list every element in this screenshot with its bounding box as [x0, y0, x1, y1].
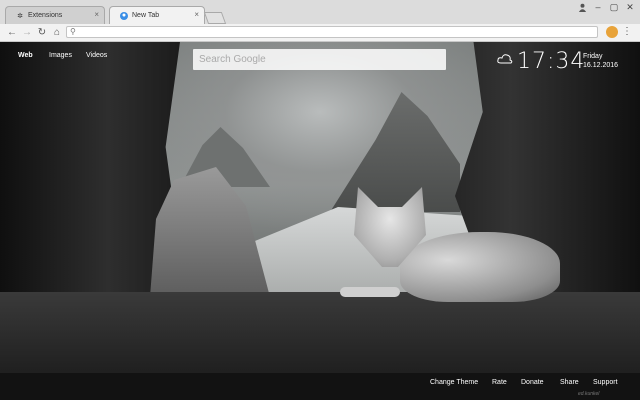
wolf-body	[400, 232, 560, 302]
cloud-icon	[497, 54, 513, 64]
window-close-icon[interactable]: ✕	[620, 0, 640, 14]
clock-time: 17:34	[517, 49, 586, 74]
clock-day: Friday	[583, 53, 603, 60]
footer-link-rate[interactable]: Rate	[492, 379, 507, 386]
forward-icon[interactable]: →	[21, 26, 33, 38]
browser-toolbar: ← → ↻ ⌂ ⚲ ⋮	[0, 24, 640, 42]
address-bar[interactable]: ⚲	[66, 26, 598, 38]
tab-new-tab[interactable]: ● New Tab ×	[109, 6, 205, 24]
menu-icon[interactable]: ⋮	[622, 26, 632, 38]
close-icon[interactable]: ×	[94, 10, 99, 19]
globe-icon: ●	[120, 11, 128, 20]
browser-titlebar: ✲ Extensions × ● New Tab × – ▢ ✕	[0, 0, 640, 24]
clock-date: 16.12.2016	[583, 62, 619, 69]
search-icon: ⚲	[70, 27, 76, 36]
nav-link-images[interactable]: Images	[49, 52, 72, 59]
nav-link-videos[interactable]: Videos	[86, 52, 107, 59]
tab-title: New Tab	[132, 12, 160, 19]
tab-extensions[interactable]: ✲ Extensions ×	[5, 6, 105, 24]
puzzle-icon: ✲	[17, 12, 23, 20]
tab-title: Extensions	[28, 12, 63, 19]
search-input[interactable]	[193, 49, 446, 70]
nav-link-web[interactable]: Web	[18, 52, 33, 59]
footer-link-support[interactable]: Support	[593, 379, 618, 386]
reload-icon[interactable]: ↻	[36, 26, 48, 38]
footer-link-donate[interactable]: Donate	[521, 379, 544, 386]
footer-link-share[interactable]: Share	[560, 379, 579, 386]
wolf-paw	[340, 287, 400, 297]
footer-link-change-theme[interactable]: Change Theme	[430, 379, 478, 386]
home-icon[interactable]: ⌂	[51, 26, 63, 38]
new-tab-button[interactable]	[203, 12, 227, 24]
photo-credit: ed.kunkel	[578, 391, 600, 397]
new-tab-page: Web Images Videos 17:34 Friday 16.12.201…	[0, 42, 640, 400]
close-icon[interactable]: ×	[194, 10, 199, 19]
footer-bar: Change Theme Rate Donate Share Support e…	[0, 373, 640, 400]
wolf-image	[340, 187, 560, 307]
extension-icon[interactable]	[606, 26, 618, 38]
back-icon[interactable]: ←	[6, 26, 18, 38]
